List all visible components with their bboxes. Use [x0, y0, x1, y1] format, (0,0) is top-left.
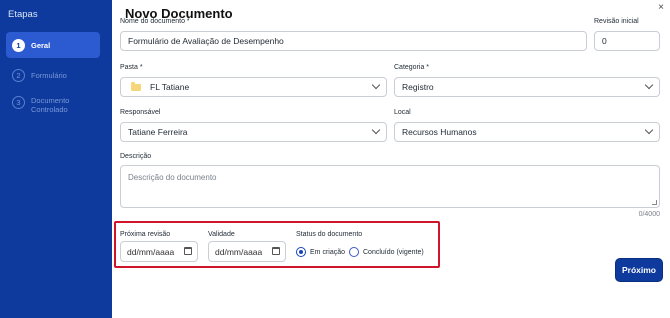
- pasta-label: Pasta *: [120, 64, 143, 71]
- responsavel-label: Responsável: [120, 109, 161, 116]
- descricao-label: Descrição: [120, 153, 152, 160]
- categoria-select[interactable]: Registro: [394, 77, 660, 97]
- descricao-placeholder: Descrição do documento: [128, 173, 217, 182]
- step-label: Geral: [31, 40, 51, 50]
- responsavel-select[interactable]: Tatiane Ferreira: [120, 122, 387, 142]
- step-documento-controlado[interactable]: 3 Documento Controlado: [6, 96, 100, 114]
- sidebar-title: Etapas: [8, 9, 38, 20]
- status-radio-em-criacao[interactable]: Em criação: [296, 247, 345, 257]
- proxima-revisao-label: Próxima revisão: [120, 231, 171, 238]
- date-placeholder: dd/mm/aaaa: [215, 246, 263, 257]
- chevron-down-icon: [644, 125, 654, 135]
- step-formulario[interactable]: 2 Formulário: [6, 67, 100, 83]
- close-icon[interactable]: ×: [658, 2, 664, 13]
- form-panel: Novo Documento × Nome do documento * For…: [112, 0, 670, 318]
- validade-label: Validade: [208, 231, 235, 238]
- nome-label: Nome do documento *: [120, 18, 190, 25]
- radio-unchecked-icon: [349, 247, 359, 257]
- validade-field[interactable]: dd/mm/aaaa: [208, 241, 286, 262]
- step-geral[interactable]: 1 Geral: [6, 32, 100, 58]
- local-label: Local: [394, 109, 411, 116]
- local-value: Recursos Humanos: [402, 127, 477, 137]
- step-number: 2: [12, 68, 25, 82]
- char-counter: 0/4000: [638, 211, 660, 218]
- document-wizard: Etapas 1 Geral 2 Formulário 3 Documento …: [0, 0, 670, 318]
- status-radio-concluido[interactable]: Concluído (vigente): [349, 247, 424, 257]
- chevron-down-icon: [644, 80, 654, 90]
- step-number: 1: [12, 38, 25, 52]
- proxima-revisao-field[interactable]: dd/mm/aaaa: [120, 241, 198, 262]
- status-label: Status do documento: [296, 231, 363, 238]
- steps-sidebar: Etapas 1 Geral 2 Formulário 3 Documento …: [0, 0, 112, 318]
- folder-icon: [131, 81, 141, 91]
- chevron-down-icon: [371, 125, 381, 135]
- responsavel-value: Tatiane Ferreira: [128, 127, 188, 137]
- resize-handle-icon[interactable]: [652, 200, 657, 205]
- step-label: Formulário: [31, 70, 67, 80]
- revisao-field[interactable]: 0: [594, 31, 660, 51]
- calendar-icon[interactable]: [184, 247, 192, 255]
- next-button[interactable]: Próximo: [616, 259, 662, 281]
- revisao-label: Revisão inicial: [594, 18, 639, 25]
- nome-field[interactable]: Formulário de Avaliação de Desempenho: [120, 31, 587, 51]
- categoria-label: Categoria *: [394, 64, 430, 71]
- chevron-down-icon: [371, 80, 381, 90]
- radio-label: Concluído (vigente): [363, 248, 424, 256]
- radio-label: Em criação: [310, 248, 346, 256]
- pasta-value: FL Tatiane: [150, 82, 190, 92]
- categoria-value: Registro: [402, 82, 434, 92]
- local-select[interactable]: Recursos Humanos: [394, 122, 660, 142]
- pasta-select[interactable]: FL Tatiane: [120, 77, 387, 97]
- step-number: 3: [12, 96, 25, 109]
- date-placeholder: dd/mm/aaaa: [127, 246, 175, 257]
- calendar-icon[interactable]: [272, 247, 280, 255]
- descricao-textarea[interactable]: Descrição do documento: [120, 165, 660, 208]
- step-label: Documento Controlado: [31, 96, 70, 114]
- radio-checked-icon: [296, 247, 306, 257]
